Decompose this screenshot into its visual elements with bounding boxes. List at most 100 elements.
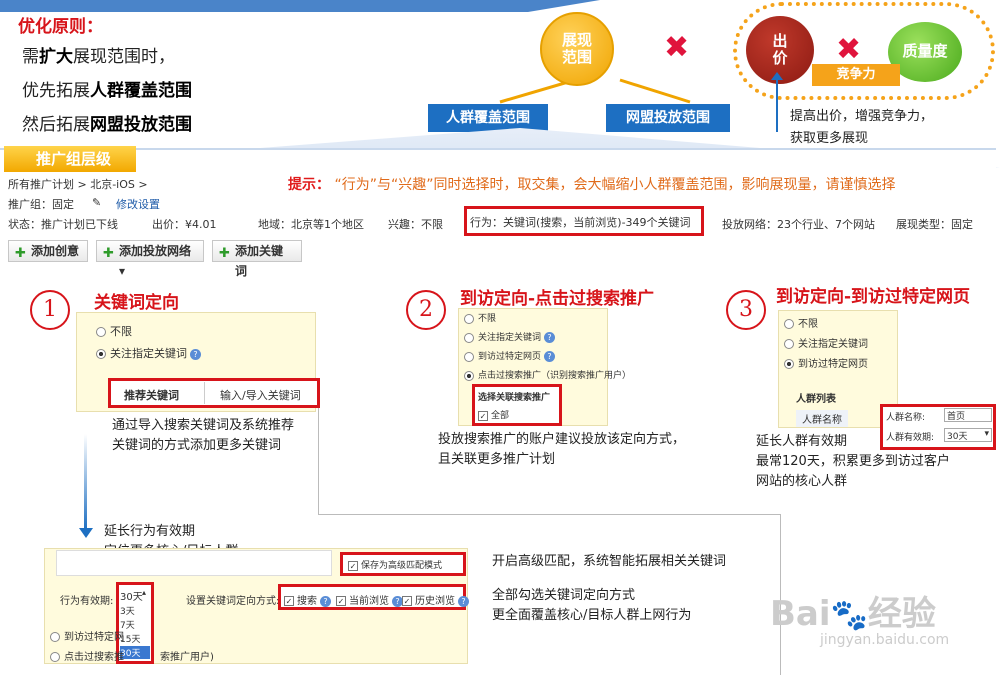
mode-browse-checkbox[interactable]: ✓ 当前浏览? [336,592,403,607]
group-label: 推广组：固定 [8,198,74,211]
crowd-valid-select[interactable]: 30天 ▾ [944,428,992,442]
region-text: 地域：北京等1个地区 [258,218,364,231]
option-click-search[interactable]: 点击过搜索推 [50,648,124,663]
add-keyword-button[interactable]: ✚ 添加关键词 [212,240,302,278]
plus-icon: ✚ [103,246,114,261]
extend-desc-1: 延长行为有效期 [104,524,196,539]
tab-recommend[interactable]: 推荐关键词 [124,387,179,403]
help-icon: ? [458,595,469,607]
connector-line [318,514,780,515]
help-icon: ? [544,351,556,362]
validity-selected[interactable]: 30天 [120,588,143,603]
breadcrumb[interactable]: 所有推广计划 > 北京-iOS > [8,176,148,192]
validity-label: 行为有效期: [60,596,114,607]
validity-option[interactable]: 3天 [120,604,135,617]
section3-desc-1: 延长人群有效期 [756,434,848,449]
choose-search-label: 选择关联搜索推广 [478,393,551,403]
panel-tab: 推广组层级 [4,146,136,172]
network-range-box: 网盟投放范围 [606,104,730,132]
chevron-down-icon: ▾ [984,429,989,439]
crowd-valid-label: 人群有效期: [886,433,935,443]
arrow-up-icon [771,72,783,132]
option-visit[interactable]: 到访过特定网页 [784,358,868,372]
radio-icon [464,313,474,324]
radio-icon [464,351,474,362]
add-network-button[interactable]: ✚ 添加投放网络 ▾ [96,240,204,278]
option-visit[interactable]: 到访过特定网页? [464,350,556,364]
bid-note-2: 获取更多展现 [790,131,869,146]
crowd-name-input[interactable]: 首页 [944,408,992,422]
radio-icon [96,327,106,337]
edit-settings-link[interactable]: 修改设置 [116,196,160,212]
hint-text: 提示： “行为”与“兴趣”同时选择时，取交集，会大幅缩小人群覆盖范围，影响展现量… [288,177,896,193]
baidu-watermark: Bai🐾经验 [770,594,936,634]
radio-icon [50,652,60,662]
principle-line-1: 需扩大展现范围时， [22,47,175,67]
all-checkbox[interactable]: ✓ 全部 [478,408,509,421]
crowd-name-label: 人群名称: [886,413,926,423]
mode-search-checkbox[interactable]: ✓ 搜索? [284,592,331,607]
interest-text: 兴趣：不限 [388,218,443,231]
help-icon: ? [320,595,331,607]
option-keyword[interactable]: 关注指定关键词? [96,344,201,364]
radio-checked-icon [464,370,474,381]
bid-note-1: 提高出价，增强竞争力， [790,109,934,124]
radio-checked-icon [96,349,106,359]
option-click-tail: 索推广用户) [160,652,214,663]
mode-history-checkbox[interactable]: ✓ 历史浏览? [402,592,469,607]
tab-import[interactable]: 输入/导入关键词 [220,387,301,403]
step-number-3: 3 [726,290,766,330]
section2-desc-1: 投放搜索推广的账户建议投放该定向方式， [438,432,686,447]
step-number-2: 2 [406,290,446,330]
section1-desc-1: 通过导入搜索关键词及系统推荐 [112,418,295,433]
arrow-down-icon [79,528,93,538]
radio-icon [784,319,794,329]
crowd-list-label: 人群列表 [796,394,836,405]
bid-text: 出价：¥4.01 [152,218,217,231]
option-none[interactable]: 不限 [96,322,132,342]
section3-desc-3: 网站的核心人群 [756,474,848,489]
checkbox-checked-icon: ✓ [402,596,412,606]
option-visit[interactable]: 到访过特定网 [50,628,124,643]
connector-line [318,408,319,514]
principle-title: 优化原则： [18,17,103,37]
radio-icon [784,339,794,349]
validity-option-selected[interactable]: 30天 [120,646,150,659]
crowd-range-box: 人群覆盖范围 [428,104,548,132]
display-type-text: 展现类型：固定 [896,218,973,231]
help-icon: ? [544,332,556,343]
paw-icon: 🐾 [830,598,868,633]
title-banner-fragment [0,0,600,12]
all-mode-desc-2: 更全面覆盖核心/目标人群上网行为 [492,608,692,623]
principle-line-2: 优先拓展人群覆盖范围 [22,81,192,101]
checkbox-checked-icon: ✓ [336,596,346,606]
step-number-1: 1 [30,290,70,330]
keyword-textarea[interactable] [56,550,332,576]
behavior-text: 行为：关键词(搜索，当前浏览)-349个关键词 [470,216,691,229]
radio-checked-icon [784,359,794,369]
multiply-icon: ✖ [664,30,690,65]
advanced-match-checkbox[interactable]: ✓ 保存为高级匹配模式 [348,558,442,571]
watermark-url: jingyan.baidu.com [820,632,950,648]
section1-title: 关键词定向 [94,293,179,313]
all-mode-desc-1: 全部勾选关键词定向方式 [492,588,636,603]
checkbox-checked-icon: ✓ [478,410,488,421]
competition-label: 竞争力 [812,64,900,86]
add-creative-button[interactable]: ✚ 添加创意 [8,240,88,262]
option-none[interactable]: 不限 [784,318,818,332]
pencil-icon[interactable]: ✎ [92,196,101,209]
network-text: 投放网络：23个行业、7个网站 [722,218,875,231]
section3-title: 到访定向-到访过特定网页 [776,287,971,307]
radio-icon [464,332,474,343]
section1-desc-2: 关键词的方式添加更多关键词 [112,438,282,453]
plus-icon: ✚ [15,246,26,261]
option-keyword[interactable]: 关注指定关键词 [784,338,868,352]
option-click-search[interactable]: 点击过搜索推广（识别搜索推广用户） [464,369,631,383]
status-text: 状态：推广计划已下线 [8,218,118,231]
option-keyword[interactable]: 关注指定关键词? [464,331,556,345]
option-none[interactable]: 不限 [464,312,496,326]
chevron-up-icon[interactable]: ▴ [142,588,146,597]
multiply-icon: ✖ [836,32,862,67]
show-range-circle: 展现 范围 [540,12,614,86]
plus-icon: ✚ [219,246,230,261]
